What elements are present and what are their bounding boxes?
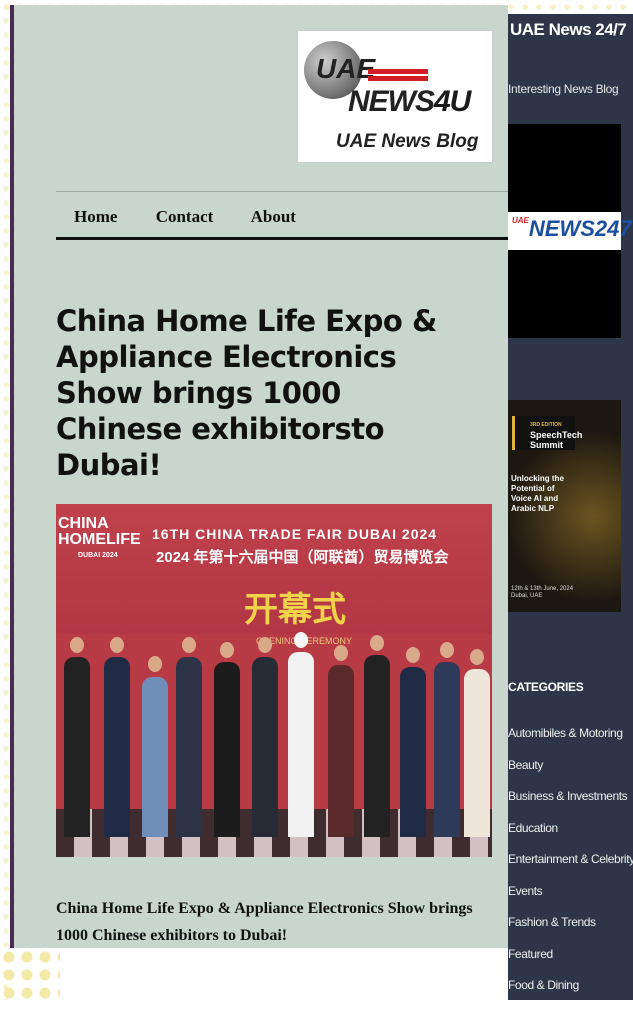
category-link[interactable]: Food & Dining <box>508 978 633 1010</box>
category-link[interactable]: Beauty <box>508 758 633 790</box>
person-head <box>258 637 272 653</box>
photo-brand-line2: HOMELIFE <box>58 531 141 548</box>
person-figure <box>328 665 354 837</box>
main-content: UAE NEWS4U UAE News Blog Home Contact Ab… <box>10 5 512 948</box>
photo-banner-english: 16TH CHINA TRADE FAIR DUBAI 2024 <box>152 526 438 542</box>
person-head <box>220 642 234 658</box>
person-head <box>440 642 454 658</box>
person-figure <box>252 657 278 837</box>
summit-title: 3RD EDITION SpeechTech Summit <box>530 420 583 450</box>
ad-news247[interactable]: UAENEWS247 <box>508 124 632 338</box>
categories-heading: CATEGORIES <box>508 680 584 694</box>
category-link[interactable]: Automibiles & Motoring <box>508 726 633 758</box>
person-figure <box>364 655 390 837</box>
person-figure <box>142 677 168 837</box>
nav-about[interactable]: About <box>251 207 296 226</box>
person-head <box>334 645 348 661</box>
nav-contact[interactable]: Contact <box>156 207 214 226</box>
summit-name: SpeechTech Summit <box>530 430 583 450</box>
person-figure <box>434 662 460 837</box>
person-head <box>470 649 484 665</box>
logo-stripes <box>368 69 428 81</box>
summit-date-text: 12th & 13th June, 2024 <box>511 586 574 592</box>
person-head <box>110 637 124 653</box>
person-head <box>70 637 84 653</box>
person-figure <box>176 657 202 837</box>
category-link[interactable]: Entertainment & Celebrity <box>508 852 633 884</box>
photo-brand-line3: DUBAI 2024 <box>78 552 118 559</box>
person-figure <box>214 662 240 837</box>
category-link[interactable]: Featured <box>508 947 633 979</box>
category-link[interactable]: Fashion & Trends <box>508 915 633 947</box>
news247-logo-text: UAENEWS247 <box>512 216 632 241</box>
summit-tagline: Unlocking the Potential of Voice AI and … <box>511 474 564 513</box>
person-figure <box>64 657 90 837</box>
person-head <box>182 637 196 653</box>
person-head <box>406 647 420 663</box>
site-logo[interactable]: UAE NEWS4U UAE News Blog <box>297 30 493 163</box>
summit-date: 12th & 13th June, 2024 Dubai, UAE <box>511 586 573 600</box>
nav-divider-top <box>56 191 512 192</box>
sidebar-title[interactable]: UAE News 24/7 <box>510 20 627 40</box>
article-photo[interactable]: CHINA HOMELIFE DUBAI 2024 16TH CHINA TRA… <box>56 504 492 857</box>
sidebar: UAE News 24/7 Interesting News Blog UAEN… <box>508 14 633 1000</box>
person-head <box>294 632 308 648</box>
person-figure <box>104 657 130 837</box>
news247-logo: UAENEWS247 <box>508 212 632 250</box>
category-link[interactable]: Education <box>508 821 633 853</box>
photo-ceremony-chinese: 开幕式 <box>244 591 346 629</box>
person-figure <box>288 652 314 837</box>
person-figure <box>464 669 490 837</box>
summit-place: Dubai, UAE <box>511 593 543 599</box>
category-link[interactable]: Business & Investments <box>508 789 633 821</box>
photo-banner-chinese: 2024 年第十六届中国（阿联酋）贸易博览会 <box>156 549 449 566</box>
article-headline: China Home Life Expo & Appliance Electro… <box>56 304 437 482</box>
person-head <box>370 635 384 651</box>
person-head <box>148 656 162 672</box>
nav-divider <box>56 237 512 240</box>
photo-brand-line1: CHINA <box>58 515 109 532</box>
logo-tagline: UAE News Blog <box>336 131 479 152</box>
summit-edition: 3RD EDITION <box>530 422 562 428</box>
article-caption: China Home Life Expo & Appliance Electro… <box>56 900 473 944</box>
logo-text-uae: UAE <box>316 53 376 84</box>
logo-text-news: NEWS4U <box>348 85 471 118</box>
category-link[interactable]: Events <box>508 884 633 916</box>
categories-list: Automibiles & Motoring Beauty Business &… <box>508 726 633 1010</box>
main-nav: Home Contact About <box>74 207 330 227</box>
decorative-dots-bottom <box>0 948 60 1000</box>
person-figure <box>400 667 426 837</box>
nav-home[interactable]: Home <box>74 207 117 226</box>
sidebar-subtitle: Interesting News Blog <box>508 82 619 96</box>
photo-brand: CHINA HOMELIFE DUBAI 2024 <box>58 516 141 564</box>
ad-speechtech-summit[interactable]: 3RD EDITION SpeechTech Summit Unlocking … <box>508 400 621 612</box>
